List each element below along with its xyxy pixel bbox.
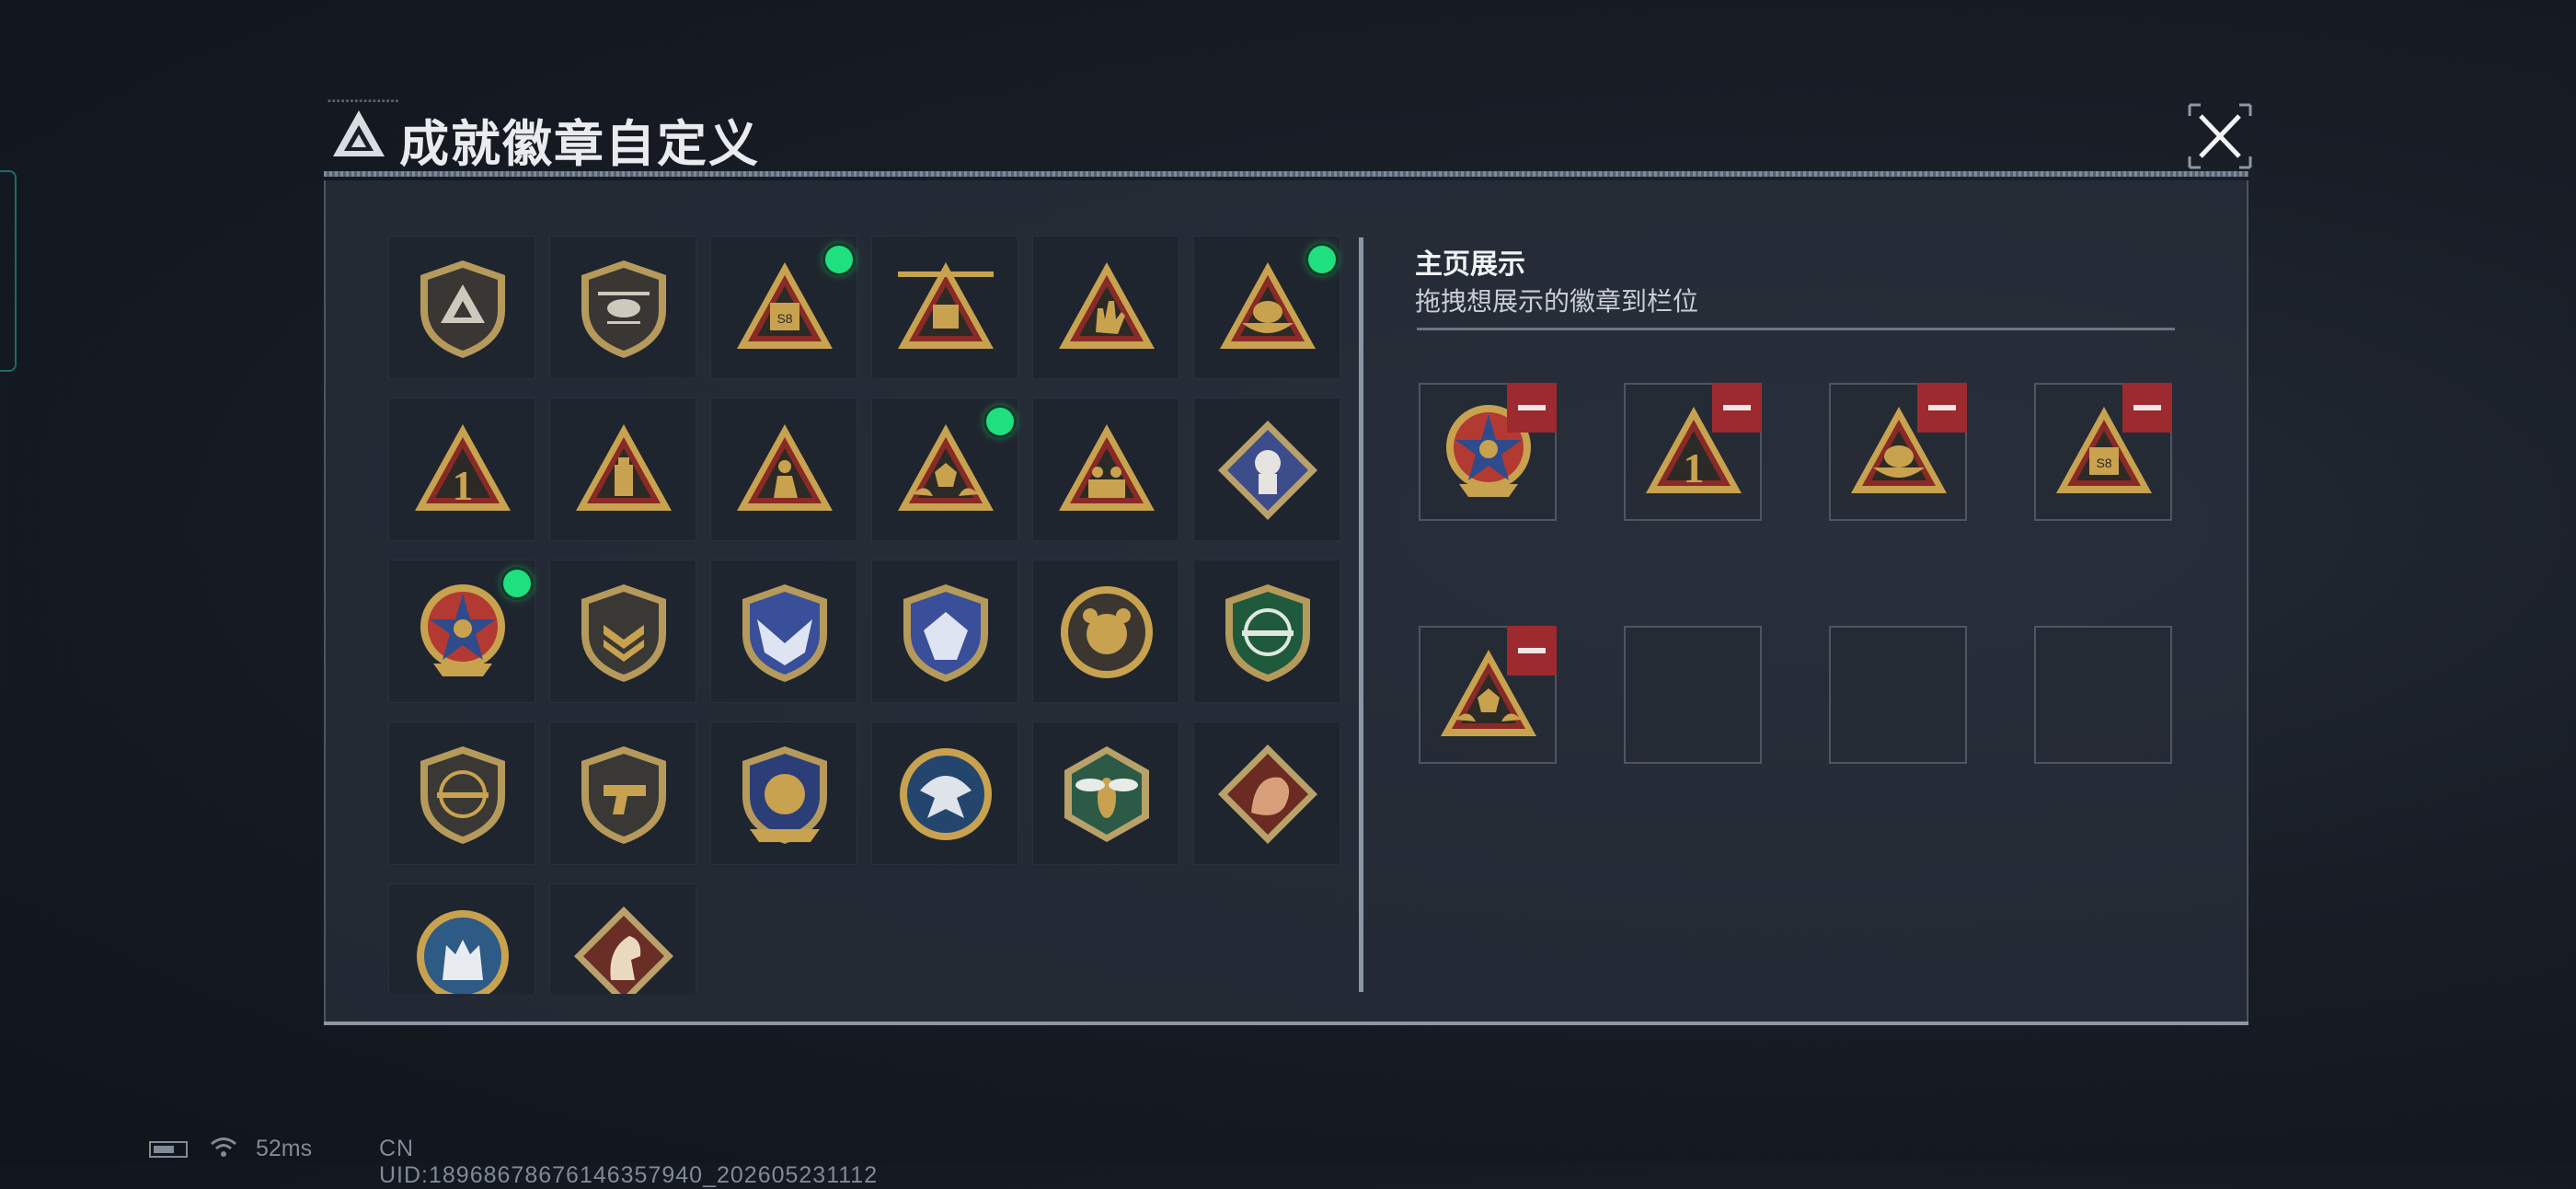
showcase-slot[interactable]: [1419, 383, 1557, 521]
battery-icon: [149, 1141, 188, 1158]
badge-slot[interactable]: [1032, 560, 1179, 703]
badge-slot[interactable]: [871, 560, 1018, 703]
delta-logo-icon: [333, 110, 385, 156]
page-title: 成就徽章自定义: [399, 117, 760, 172]
star-skull-medal-icon: [420, 584, 505, 676]
svg-text:1: 1: [1684, 444, 1705, 491]
svg-text:1: 1: [453, 462, 474, 509]
badge-slot[interactable]: [871, 398, 1018, 541]
helicopter-shield-icon: [581, 260, 666, 358]
green-rifle-shield-icon: [1225, 584, 1310, 682]
badge-slot[interactable]: [388, 236, 535, 379]
winged-s8-triangle-icon: [898, 262, 994, 349]
showcase-title: 主页展示: [1415, 249, 1525, 280]
usb-triangle-icon: [576, 424, 672, 511]
wolf-round-icon: [417, 910, 509, 994]
new-badge-indicator: [825, 246, 853, 273]
hand-gesture-triangle-icon: [1059, 262, 1155, 349]
horse-diamond-icon: [574, 906, 673, 994]
s8-triangle-icon: S8: [737, 262, 833, 349]
badge-slot[interactable]: [549, 883, 696, 994]
close-button[interactable]: [2188, 103, 2252, 169]
badge-slot[interactable]: [871, 236, 1018, 379]
empty-showcase-slot[interactable]: [1624, 626, 1762, 764]
badge-slot[interactable]: [871, 721, 1018, 865]
badge-slot[interactable]: [1032, 398, 1179, 541]
close-icon: [2188, 103, 2252, 169]
badge-slot[interactable]: [388, 560, 535, 703]
delta-shield-icon: [420, 260, 505, 358]
number-one-triangle-icon: 1: [415, 424, 511, 511]
gold-blue-crest-icon: [742, 746, 827, 844]
panel-bottom-border: [324, 1022, 2248, 1025]
showcase-slot[interactable]: [1419, 626, 1557, 764]
badge-slot[interactable]: [1032, 721, 1179, 865]
blue-wing-crest-icon: [742, 584, 827, 682]
dragon-diamond-icon: [1218, 745, 1317, 844]
soldier-triangle-icon: [737, 424, 833, 511]
badge-slot[interactable]: [1193, 398, 1340, 541]
badge-slot[interactable]: [549, 236, 696, 379]
bear-round-icon: [1061, 586, 1153, 678]
remove-badge-button[interactable]: [1507, 383, 1557, 433]
title-divider: [324, 171, 2248, 177]
eagle-round-icon: [900, 748, 992, 840]
badge-slot[interactable]: [388, 883, 535, 994]
showcase-instruction: 拖拽想展示的徽章到栏位: [1415, 287, 1699, 316]
remove-badge-button[interactable]: [2122, 383, 2172, 433]
badge-slot[interactable]: [549, 560, 696, 703]
badge-slot[interactable]: [1193, 721, 1340, 865]
svg-text:S8: S8: [776, 311, 792, 326]
badge-slot[interactable]: [388, 721, 535, 865]
panel-divider: [1359, 237, 1363, 992]
squad-triangle-icon: [1059, 424, 1155, 511]
new-badge-indicator: [1308, 246, 1336, 273]
badge-inventory-grid[interactable]: S8 1: [388, 236, 1345, 994]
showcase-divider: [1417, 328, 2175, 330]
badge-slot[interactable]: [1032, 236, 1179, 379]
rose-fist-diamond-icon: [1218, 421, 1317, 520]
uid-text: CN UID:18968678676146357940_202605231112: [379, 1136, 879, 1188]
empty-showcase-slot[interactable]: [1829, 626, 1967, 764]
showcase-slot[interactable]: S8: [2034, 383, 2172, 521]
wasp-hexagon-icon: [1064, 746, 1149, 842]
latency-text: 52ms: [256, 1136, 313, 1161]
remove-badge-button[interactable]: [1712, 383, 1762, 433]
title-bar: ▪▪▪▪▪▪▪▪▪▪▪▪▪▪▪▪ 成就徽章自定义: [322, 96, 2254, 177]
new-badge-indicator: [503, 570, 531, 597]
pistol-shield-icon: [581, 746, 666, 844]
hands-dice-triangle-icon: [898, 424, 994, 511]
rifle-crosshair-shield-icon: [420, 746, 505, 844]
badge-slot[interactable]: [1193, 560, 1340, 703]
showcase-slot[interactable]: [1829, 383, 1967, 521]
badge-slot[interactable]: 1: [388, 398, 535, 541]
side-drawer-tab[interactable]: [0, 170, 17, 372]
badge-slot[interactable]: [549, 398, 696, 541]
badge-slot[interactable]: [710, 721, 857, 865]
svg-text:S8: S8: [2096, 456, 2111, 470]
chevron-shield-icon: [581, 584, 666, 682]
remove-badge-button[interactable]: [1507, 626, 1557, 675]
egg-nest-triangle-icon: [1220, 262, 1316, 349]
badge-slot[interactable]: [1193, 236, 1340, 379]
showcase-slot[interactable]: 1: [1624, 383, 1762, 521]
remove-badge-button[interactable]: [1917, 383, 1967, 433]
badge-slot[interactable]: [549, 721, 696, 865]
new-badge-indicator: [986, 408, 1014, 435]
badge-slot[interactable]: [710, 560, 857, 703]
badge-slot[interactable]: [710, 398, 857, 541]
badge-slot[interactable]: S8: [710, 236, 857, 379]
blue-gem-crest-icon: [903, 584, 988, 682]
empty-showcase-slot[interactable]: [2034, 626, 2172, 764]
wifi-icon: [211, 1137, 236, 1157]
